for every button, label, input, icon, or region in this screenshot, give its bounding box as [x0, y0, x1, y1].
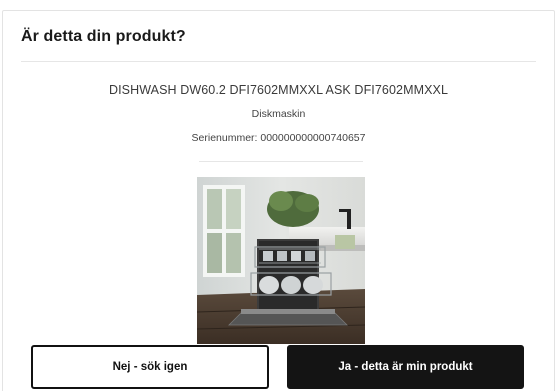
- product-name: DISHWASH DW60.2 DFI7602MMXXL ASK DFI7602…: [108, 83, 449, 97]
- product-type: Diskmaskin: [251, 108, 306, 120]
- header-divider: [21, 61, 536, 62]
- details-divider: [199, 161, 363, 162]
- product-confirm-dialog: Är detta din produkt? DISHWASH DW60.2 DF…: [2, 10, 555, 391]
- dishwasher-photo-icon: [197, 177, 365, 344]
- dialog-title: Är detta din produkt?: [21, 28, 186, 45]
- product-image: [197, 177, 365, 344]
- serial-number: Serienummer: 000000000000740657: [191, 132, 366, 144]
- no-search-again-button[interactable]: Nej - sök igen: [31, 345, 269, 389]
- yes-confirm-product-button[interactable]: Ja - detta är min produkt: [287, 345, 524, 389]
